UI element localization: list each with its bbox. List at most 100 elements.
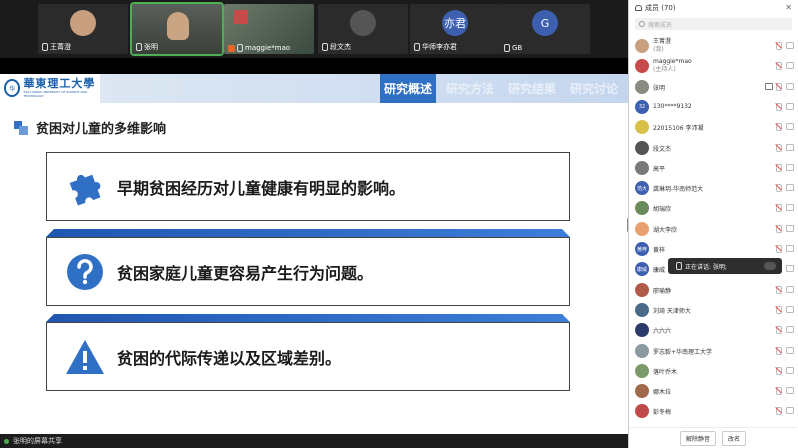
camera-icon[interactable] (786, 224, 794, 232)
participant-label: maggie*mao (228, 44, 290, 52)
member-row[interactable]: 罗志毅+华南理工大学 (629, 341, 797, 361)
camera-icon[interactable] (786, 245, 794, 252)
camera-icon[interactable] (786, 326, 794, 334)
mic-icon (414, 43, 420, 51)
member-row[interactable]: 段文杰 (629, 138, 797, 158)
muted-mic-icon[interactable] (776, 285, 782, 294)
avatar: 32 (635, 99, 649, 114)
member-role: (主持人) (653, 66, 676, 74)
camera-icon[interactable] (786, 163, 794, 171)
card-3-text: 贫困的代际传递以及区域差别。 (117, 348, 342, 368)
camera-icon[interactable] (786, 143, 794, 151)
muted-mic-icon[interactable] (776, 245, 782, 253)
avatar: 康威 (635, 262, 649, 277)
member-name: 高平 (653, 165, 666, 173)
member-name: 彭冬梅 (653, 409, 672, 417)
muted-mic-icon[interactable] (776, 102, 782, 111)
participant-tile[interactable]: maggie*mao (224, 4, 314, 54)
participant-tile[interactable]: 亦君 华师李亦君 (410, 4, 500, 54)
mic-icon (237, 44, 243, 52)
avatar (635, 120, 649, 135)
camera-icon[interactable] (786, 285, 794, 293)
muted-mic-icon[interactable] (776, 204, 782, 213)
camera-icon[interactable] (786, 305, 794, 313)
muted-mic-icon[interactable] (776, 42, 782, 50)
member-row[interactable]: 黄梓 黄梓 (629, 239, 797, 259)
muted-mic-icon[interactable] (776, 305, 782, 314)
mic-icon (322, 43, 328, 51)
camera-icon[interactable] (786, 82, 794, 90)
member-name: 22015106 李沛凝 (653, 125, 704, 133)
muted-mic-icon[interactable] (776, 346, 782, 355)
member-name: 张明 (653, 84, 666, 92)
logo-english-name: EAST CHINA UNIVERSITY OF SCIENCE AND TEC… (23, 90, 87, 98)
member-row[interactable]: 落叶乔木 (629, 361, 797, 381)
member-row[interactable]: 32 130****9132 (629, 97, 797, 117)
participant-tile[interactable]: 段文杰 (318, 4, 408, 54)
avatar (350, 10, 376, 36)
member-row[interactable]: maggie*mao (主持人) (629, 56, 797, 76)
muted-mic-icon[interactable] (776, 82, 782, 91)
camera-icon[interactable] (786, 346, 794, 354)
avatar (635, 384, 649, 399)
muted-mic-icon[interactable] (776, 62, 782, 71)
muted-mic-icon[interactable] (776, 143, 782, 152)
participant-name: 段文杰 (330, 43, 351, 51)
member-name: 龚琳玥-华南师范大 (653, 186, 704, 194)
member-row[interactable]: 刘琦 天津师大 (629, 300, 797, 320)
title-bullet-icon (14, 120, 30, 135)
camera-icon[interactable] (786, 407, 794, 415)
camera-icon[interactable] (786, 265, 794, 273)
camera-icon[interactable] (786, 102, 794, 110)
camera-icon[interactable] (786, 42, 794, 49)
member-row[interactable]: 廖瑜静 (629, 280, 797, 300)
member-row[interactable]: 范大 龚琳玥-华南师范大 (629, 178, 797, 198)
mic-icon (136, 43, 142, 51)
member-row[interactable]: 胡瑞欣 (629, 198, 797, 218)
unmute-all-button[interactable]: 解除静音 (679, 430, 716, 446)
camera-icon[interactable] (786, 204, 794, 212)
member-row[interactable]: 王菁澄 (我) (629, 36, 797, 56)
member-row[interactable]: 六六六 (629, 320, 797, 340)
camera-icon[interactable] (786, 123, 794, 131)
muted-mic-icon[interactable] (776, 184, 782, 193)
shared-screen: 华 華東理工大學 EAST CHINA UNIVERSITY OF SCIENC… (0, 58, 628, 434)
avatar (635, 404, 649, 419)
participant-tile[interactable]: 张明 (130, 2, 224, 56)
members-title: 成员 (70) (645, 4, 676, 12)
muted-mic-icon[interactable] (776, 407, 782, 416)
muted-mic-icon[interactable] (776, 366, 782, 375)
camera-icon[interactable] (786, 62, 794, 70)
muted-mic-icon[interactable] (776, 387, 782, 396)
mic-icon (42, 43, 48, 51)
participant-tile[interactable]: 王菁澄 (38, 4, 128, 54)
warning-icon (65, 337, 105, 377)
section-title: 贫困对儿童的多维影响 (14, 118, 166, 137)
member-row[interactable]: 张明 (629, 77, 797, 97)
slide-tab-methods: 研究方法 (445, 82, 494, 96)
rename-button[interactable]: 改名 (722, 430, 747, 446)
avatar: 黄梓 (635, 242, 649, 256)
muted-mic-icon[interactable] (776, 163, 782, 172)
camera-icon[interactable] (786, 184, 794, 192)
member-row[interactable]: 娜木拉 (629, 381, 797, 401)
avatar (635, 140, 649, 155)
camera-icon[interactable] (786, 366, 794, 374)
muted-mic-icon[interactable] (776, 224, 782, 233)
avatar: G (532, 10, 558, 36)
member-search-input[interactable]: 搜索成员 (635, 18, 792, 30)
member-row[interactable]: 22015106 李沛凝 (629, 117, 797, 137)
member-row[interactable]: 彭冬梅 (629, 401, 797, 421)
camera-icon[interactable] (786, 387, 794, 395)
muted-mic-icon[interactable] (776, 326, 782, 335)
card-1-text: 早期贫困经历对儿童健康有明显的影响。 (117, 178, 406, 198)
member-row[interactable]: 湖大李欣 (629, 219, 797, 239)
member-name: maggie*mao (主持人) (653, 58, 692, 74)
search-icon (639, 21, 645, 27)
close-icon[interactable]: ✕ (785, 3, 792, 12)
avatar (70, 10, 96, 36)
muted-mic-icon[interactable] (776, 123, 782, 132)
member-row[interactable]: 高平 (629, 158, 797, 178)
audio-level-icon (764, 262, 776, 270)
participant-tile[interactable]: G GB (500, 4, 590, 54)
